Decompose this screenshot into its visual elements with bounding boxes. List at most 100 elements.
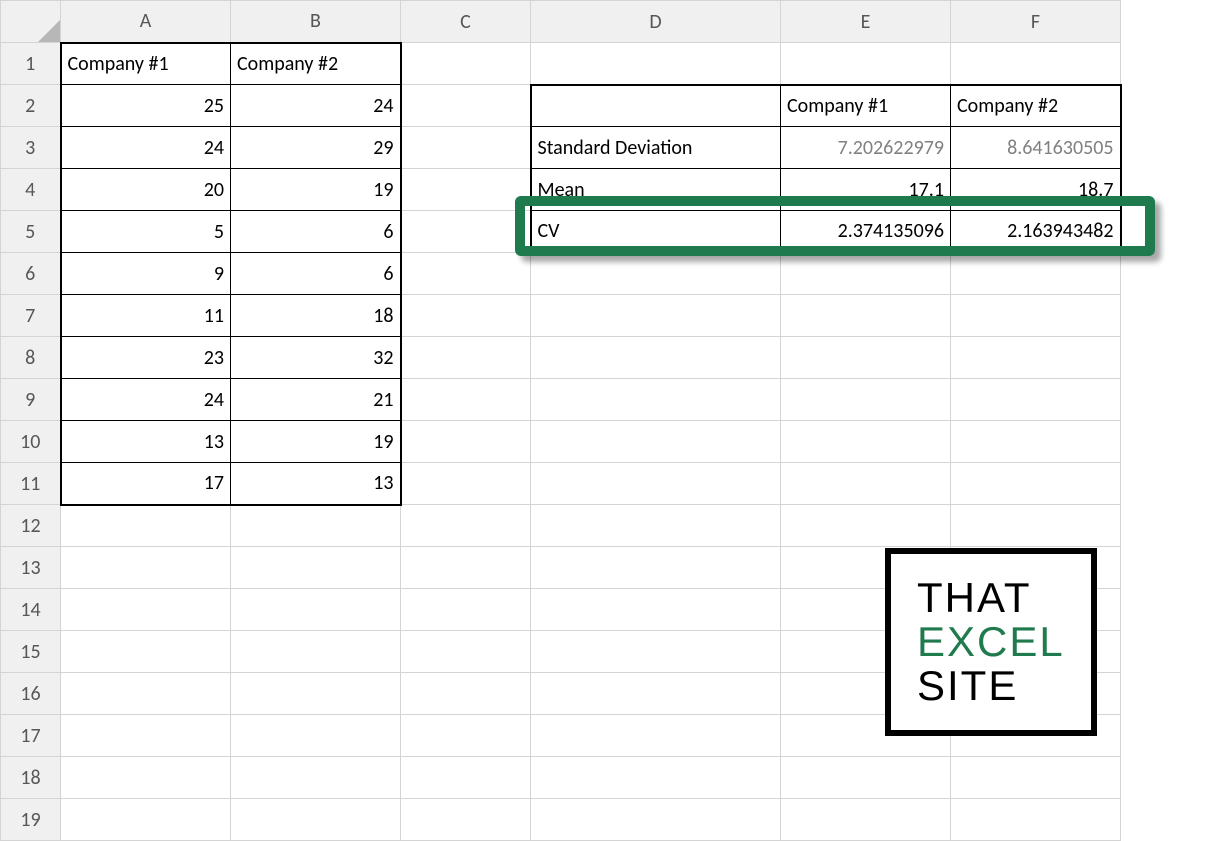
row-head-9[interactable]: 9	[1, 379, 61, 421]
row-head-11[interactable]: 11	[1, 463, 61, 505]
cell-E18[interactable]	[781, 757, 951, 799]
cell-C4[interactable]	[401, 169, 531, 211]
cell-E10[interactable]	[781, 421, 951, 463]
cell-C8[interactable]	[401, 337, 531, 379]
cell-D11[interactable]	[531, 463, 781, 505]
cell-E1[interactable]	[781, 43, 951, 85]
row-head-17[interactable]: 17	[1, 715, 61, 757]
cell-D2[interactable]	[531, 85, 781, 127]
cell-E4[interactable]: 17.1	[781, 169, 951, 211]
cell-D9[interactable]	[531, 379, 781, 421]
cell-A15[interactable]	[61, 631, 231, 673]
row-head-3[interactable]: 3	[1, 127, 61, 169]
cell-A9[interactable]: 24	[61, 379, 231, 421]
cell-D6[interactable]	[531, 253, 781, 295]
cell-E11[interactable]	[781, 463, 951, 505]
cell-D10[interactable]	[531, 421, 781, 463]
row-head-16[interactable]: 16	[1, 673, 61, 715]
cell-C13[interactable]	[401, 547, 531, 589]
col-head-D[interactable]: D	[531, 1, 781, 43]
cell-E5[interactable]: 2.374135096	[781, 211, 951, 253]
cell-A7[interactable]: 11	[61, 295, 231, 337]
cell-B7[interactable]: 18	[231, 295, 401, 337]
cell-B3[interactable]: 29	[231, 127, 401, 169]
cell-A10[interactable]: 13	[61, 421, 231, 463]
cell-A2[interactable]: 25	[61, 85, 231, 127]
cell-B6[interactable]: 6	[231, 253, 401, 295]
cell-F18[interactable]	[951, 757, 1121, 799]
cell-B9[interactable]: 21	[231, 379, 401, 421]
cell-B16[interactable]	[231, 673, 401, 715]
cell-C3[interactable]	[401, 127, 531, 169]
cell-C6[interactable]	[401, 253, 531, 295]
cell-F3[interactable]: 8.641630505	[951, 127, 1121, 169]
cell-B11[interactable]: 13	[231, 463, 401, 505]
cell-B13[interactable]	[231, 547, 401, 589]
row-head-18[interactable]: 18	[1, 757, 61, 799]
cell-F11[interactable]	[951, 463, 1121, 505]
cell-F7[interactable]	[951, 295, 1121, 337]
cell-D17[interactable]	[531, 715, 781, 757]
cell-C2[interactable]	[401, 85, 531, 127]
col-head-C[interactable]: C	[401, 1, 531, 43]
row-head-15[interactable]: 15	[1, 631, 61, 673]
cell-D12[interactable]	[531, 505, 781, 547]
cell-E7[interactable]	[781, 295, 951, 337]
row-head-8[interactable]: 8	[1, 337, 61, 379]
cell-D8[interactable]	[531, 337, 781, 379]
cell-C11[interactable]	[401, 463, 531, 505]
cell-B10[interactable]: 19	[231, 421, 401, 463]
cell-A11[interactable]: 17	[61, 463, 231, 505]
cell-D14[interactable]	[531, 589, 781, 631]
cell-E3[interactable]: 7.202622979	[781, 127, 951, 169]
cell-D13[interactable]	[531, 547, 781, 589]
cell-F2[interactable]: Company #2	[951, 85, 1121, 127]
cell-F10[interactable]	[951, 421, 1121, 463]
cell-D4[interactable]: Mean	[531, 169, 781, 211]
col-head-F[interactable]: F	[951, 1, 1121, 43]
cell-B1[interactable]: Company #2	[231, 43, 401, 85]
cell-E6[interactable]	[781, 253, 951, 295]
cell-C17[interactable]	[401, 715, 531, 757]
cell-A19[interactable]	[61, 799, 231, 841]
cell-C15[interactable]	[401, 631, 531, 673]
cell-E12[interactable]	[781, 505, 951, 547]
row-head-10[interactable]: 10	[1, 421, 61, 463]
cell-B17[interactable]	[231, 715, 401, 757]
row-head-1[interactable]: 1	[1, 43, 61, 85]
cell-C10[interactable]	[401, 421, 531, 463]
cell-A5[interactable]: 5	[61, 211, 231, 253]
cell-F5[interactable]: 2.163943482	[951, 211, 1121, 253]
cell-A16[interactable]	[61, 673, 231, 715]
cell-A1[interactable]: Company #1	[61, 43, 231, 85]
cell-A13[interactable]	[61, 547, 231, 589]
row-head-6[interactable]: 6	[1, 253, 61, 295]
cell-B5[interactable]: 6	[231, 211, 401, 253]
row-head-14[interactable]: 14	[1, 589, 61, 631]
cell-B15[interactable]	[231, 631, 401, 673]
cell-C12[interactable]	[401, 505, 531, 547]
select-all-corner[interactable]	[1, 1, 61, 43]
cell-D16[interactable]	[531, 673, 781, 715]
cell-F9[interactable]	[951, 379, 1121, 421]
cell-C5[interactable]	[401, 211, 531, 253]
cell-C14[interactable]	[401, 589, 531, 631]
row-head-12[interactable]: 12	[1, 505, 61, 547]
cell-D18[interactable]	[531, 757, 781, 799]
cell-C9[interactable]	[401, 379, 531, 421]
cell-F19[interactable]	[951, 799, 1121, 841]
cell-C18[interactable]	[401, 757, 531, 799]
cell-E2[interactable]: Company #1	[781, 85, 951, 127]
cell-B18[interactable]	[231, 757, 401, 799]
row-head-5[interactable]: 5	[1, 211, 61, 253]
cell-A17[interactable]	[61, 715, 231, 757]
col-head-E[interactable]: E	[781, 1, 951, 43]
cell-F12[interactable]	[951, 505, 1121, 547]
cell-B12[interactable]	[231, 505, 401, 547]
cell-D1[interactable]	[531, 43, 781, 85]
cell-D7[interactable]	[531, 295, 781, 337]
cell-E9[interactable]	[781, 379, 951, 421]
cell-F8[interactable]	[951, 337, 1121, 379]
row-head-13[interactable]: 13	[1, 547, 61, 589]
cell-A8[interactable]: 23	[61, 337, 231, 379]
